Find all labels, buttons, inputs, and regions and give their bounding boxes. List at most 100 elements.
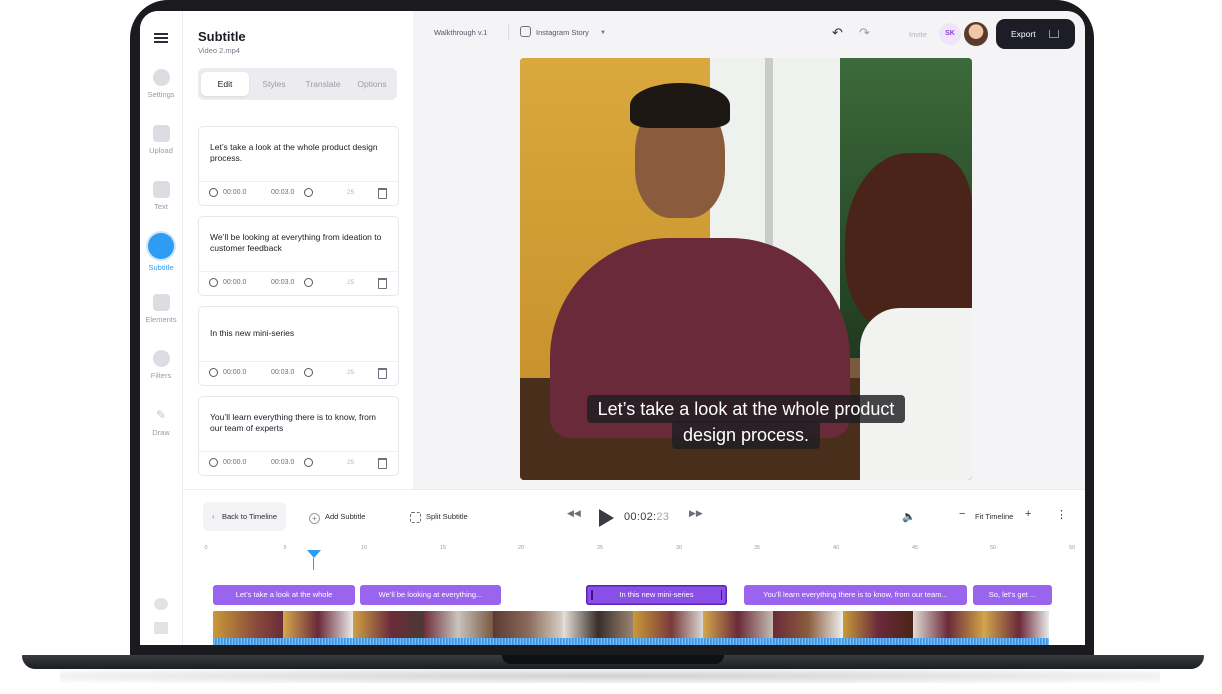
end-time[interactable]: 00:03.0 (271, 279, 294, 286)
avatar[interactable]: SK (939, 23, 961, 45)
playhead-handle[interactable] (307, 550, 321, 558)
more-options-icon[interactable]: ⋮ (1056, 508, 1067, 521)
fit-timeline-button[interactable]: Fit Timeline (975, 512, 1013, 521)
clock-icon (304, 278, 313, 287)
end-time[interactable]: 00:03.0 (271, 459, 294, 466)
gear-icon (152, 69, 170, 86)
sidebar-item-text[interactable]: Text (140, 181, 182, 211)
sidebar-item-elements[interactable]: Elements (140, 294, 182, 324)
keyboard-icon[interactable] (154, 622, 168, 634)
subtitle-panel: Subtitle Video 2.mp4 Edit Styles Transla… (183, 11, 413, 489)
start-time[interactable]: 00:00.0 (223, 189, 246, 196)
start-time[interactable]: 00:00.0 (223, 279, 246, 286)
ruler-tick: 35 (753, 545, 761, 551)
subtitle-card[interactable]: In this new mini-series 00:00.0 00:03.0 … (198, 306, 399, 386)
sidebar-item-label: Subtitle (148, 263, 174, 272)
filters-icon (152, 350, 170, 367)
upload-icon (1049, 30, 1059, 38)
ruler-tick: 0 (204, 545, 208, 551)
fast-forward-icon[interactable]: ▶▶ (689, 508, 703, 519)
card-footer: 00:00.0 00:03.0 25 (199, 181, 398, 205)
scene-person-woman-body (860, 308, 972, 480)
export-label: Export (1011, 29, 1036, 39)
trash-icon[interactable] (378, 458, 387, 469)
project-name[interactable]: Walkthrough v.1 (434, 28, 487, 37)
sidebar-item-label: Settings (147, 90, 175, 99)
ruler-tick: 40 (832, 545, 840, 551)
subtitle-clip[interactable]: So, let’s get ... (973, 585, 1052, 605)
panel-title: Subtitle (198, 29, 246, 44)
play-icon[interactable] (599, 509, 614, 527)
caption-text: Let’s take a look at the whole product (586, 395, 906, 423)
start-time[interactable]: 00:00.0 (223, 459, 246, 466)
clock-icon (209, 458, 218, 467)
tab-translate[interactable]: Translate (299, 72, 347, 96)
scene-person-man-hair (630, 83, 730, 128)
time-ruler[interactable]: 0 5 10 15 20 25 30 35 40 45 50 50 (203, 545, 1075, 565)
chevron-down-icon[interactable]: ▼ (600, 30, 606, 36)
clock-icon (209, 278, 218, 287)
image-icon (152, 125, 170, 142)
laptop-notch (502, 655, 724, 664)
end-time[interactable]: 00:03.0 (271, 189, 294, 196)
elements-icon (152, 294, 170, 311)
tab-options[interactable]: Options (348, 72, 396, 96)
invite-button[interactable]: Invite (909, 30, 927, 39)
char-count: 25 (347, 189, 355, 196)
ruler-tick: 30 (675, 545, 683, 551)
sidebar-item-upload[interactable]: Upload (140, 125, 182, 155)
tab-styles[interactable]: Styles (250, 72, 298, 96)
zoom-in-icon[interactable]: + (1025, 508, 1031, 520)
subtitle-clip[interactable]: We’ll be looking at everything... (360, 585, 501, 605)
file-name: Video 2.mp4 (198, 46, 240, 55)
subtitle-card[interactable]: You’ll learn everything there is to know… (198, 396, 399, 476)
back-label: Back to Timeline (222, 512, 278, 521)
subtitle-card[interactable]: We’ll be looking at everything from idea… (198, 216, 399, 296)
format-select[interactable]: Instagram Story (536, 28, 589, 37)
volume-icon[interactable]: 🔈 (902, 510, 916, 523)
export-button[interactable]: Export (996, 19, 1075, 49)
ruler-tick: 20 (517, 545, 525, 551)
subtitle-text[interactable]: We’ll be looking at everything from idea… (210, 232, 390, 253)
video-preview[interactable]: Let’s take a look at the whole product d… (520, 58, 972, 480)
undo-icon[interactable]: ↶ (832, 25, 843, 41)
subtitle-text[interactable]: You’ll learn everything there is to know… (210, 412, 390, 433)
subtitle-text[interactable]: In this new mini-series (210, 328, 390, 339)
subtitle-card[interactable]: Let’s take a look at the whole product d… (198, 126, 399, 206)
caption-line: design process. (520, 421, 972, 449)
split-icon[interactable] (410, 512, 421, 523)
back-to-timeline-button[interactable]: ‹ Back to Timeline (203, 502, 286, 531)
end-time[interactable]: 00:03.0 (271, 369, 294, 376)
trash-icon[interactable] (378, 278, 387, 289)
add-subtitle-button[interactable]: Add Subtitle (325, 502, 365, 531)
start-time[interactable]: 00:00.0 (223, 369, 246, 376)
subtitle-text[interactable]: Let’s take a look at the whole product d… (210, 142, 390, 163)
plus-icon[interactable]: + (309, 513, 320, 524)
subtitle-icon (148, 233, 174, 259)
subtitle-clip-selected[interactable]: In this new mini-series (586, 585, 727, 605)
sidebar-item-subtitle[interactable]: Subtitle (140, 233, 182, 272)
redo-icon[interactable]: ↷ (859, 25, 870, 41)
text-icon (152, 181, 170, 198)
subtitle-clip[interactable]: You’ll learn everything there is to know… (744, 585, 967, 605)
help-icon[interactable] (154, 598, 168, 610)
sidebar-item-draw[interactable]: ✎ Draw (140, 407, 182, 437)
clip-trim-handle[interactable] (591, 590, 593, 600)
pen-icon: ✎ (155, 408, 167, 422)
clip-trim-handle[interactable] (720, 590, 722, 600)
trash-icon[interactable] (378, 188, 387, 199)
sidebar-item-filters[interactable]: Filters (140, 350, 182, 380)
timeline: ‹ Back to Timeline + Add Subtitle Split … (183, 489, 1085, 645)
audio-waveform[interactable] (213, 638, 1049, 645)
sidebar-item-settings[interactable]: Settings (140, 69, 182, 99)
zoom-out-icon[interactable]: − (959, 508, 965, 520)
trash-icon[interactable] (378, 368, 387, 379)
char-count: 25 (347, 459, 355, 466)
menu-icon[interactable] (154, 33, 168, 43)
tab-edit[interactable]: Edit (201, 72, 249, 96)
chevron-left-icon: ‹ (212, 512, 215, 521)
subtitle-clip[interactable]: Let’s take a look at the whole (213, 585, 355, 605)
avatar[interactable] (964, 22, 988, 46)
rewind-icon[interactable]: ◀◀ (567, 508, 581, 519)
split-subtitle-button[interactable]: Split Subtitle (426, 502, 468, 531)
